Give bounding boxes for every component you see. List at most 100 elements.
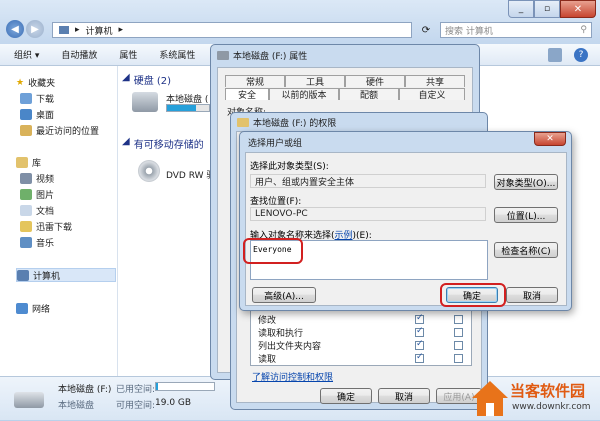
video-library-icon — [20, 173, 32, 184]
watermark-url: www.downkr.com — [512, 402, 591, 412]
nav-network[interactable]: 网络 — [16, 302, 50, 315]
computer-icon — [59, 26, 69, 34]
breadcrumb-separator: ▸ — [75, 25, 80, 35]
allow-checkbox[interactable] — [415, 339, 424, 350]
library-icon — [16, 157, 28, 168]
nav-libraries[interactable]: 库 — [16, 156, 41, 169]
status-drive-icon — [14, 392, 44, 408]
computer-icon — [17, 269, 29, 281]
allow-checkbox[interactable] — [415, 352, 424, 363]
search-field[interactable]: 搜索 计算机 ⚲ — [440, 22, 592, 38]
status-used-label: 已用空间: — [116, 385, 156, 395]
deny-checkbox[interactable] — [454, 314, 463, 324]
network-icon — [16, 303, 28, 314]
search-icon: ⚲ — [580, 25, 587, 35]
close-button[interactable]: ✕ — [560, 0, 596, 18]
star-icon: ★ — [16, 77, 25, 88]
tab-quota[interactable]: 配额 — [339, 88, 399, 101]
refresh-button[interactable]: ⟳ — [418, 22, 434, 38]
expand-icon: ◢ — [122, 72, 130, 83]
back-button[interactable]: ◀ — [6, 20, 24, 38]
check-names-button[interactable]: 检查名称(C) — [494, 242, 558, 258]
advanced-button[interactable]: 高级(A)... — [252, 287, 316, 303]
hdd-usage-bar — [166, 104, 210, 112]
status-drive-name: 本地磁盘 (F:) — [58, 385, 112, 395]
nav-videos[interactable]: 视频 — [20, 172, 54, 185]
deny-checkbox[interactable] — [454, 340, 463, 350]
nav-recent[interactable]: 最近访问的位置 — [20, 124, 99, 137]
recent-places-icon — [20, 125, 32, 136]
tab-general[interactable]: 常规 — [225, 75, 285, 88]
locations-button[interactable]: 位置(L)... — [494, 207, 558, 223]
thunder-folder-icon — [20, 221, 32, 232]
select-dialog-close[interactable]: ✕ — [534, 132, 566, 146]
nav-documents[interactable]: 文档 — [20, 204, 54, 217]
tab-previous-versions[interactable]: 以前的版本 — [269, 88, 339, 101]
tab-tools[interactable]: 工具 — [285, 75, 345, 88]
toolbar-autoplay[interactable]: 自动播放 — [61, 48, 97, 61]
toolbar-system-properties[interactable]: 系统属性 — [159, 48, 195, 61]
access-control-link[interactable]: 了解访问控制和权限 — [252, 370, 333, 383]
drive-icon — [217, 51, 229, 60]
minimize-button[interactable]: _ — [508, 0, 534, 18]
permissions-ok-button[interactable]: 确定 — [320, 388, 372, 404]
forward-button[interactable]: ▶ — [26, 20, 44, 38]
watermark-brand: 当客软件园 — [510, 382, 586, 400]
breadcrumb-computer[interactable]: 计算机 — [86, 24, 113, 37]
nav-desktop[interactable]: 桌面 — [20, 108, 54, 121]
window-controls: _ ▫ ✕ — [508, 0, 596, 18]
breadcrumb-separator: ▸ — [118, 25, 124, 35]
music-library-icon — [20, 237, 32, 248]
location-label: 查找位置(F): — [250, 197, 302, 207]
nav-thunder-downloads[interactable]: 迅雷下载 — [20, 220, 72, 233]
perm-row-read: 读取 — [258, 352, 463, 365]
address-field[interactable]: ▸ 计算机 ▸ — [52, 22, 412, 38]
desktop-icon — [20, 109, 32, 120]
deny-checkbox[interactable] — [454, 353, 463, 363]
tab-hardware[interactable]: 硬件 — [345, 75, 405, 88]
tab-security[interactable]: 安全 — [225, 88, 269, 101]
navigation-pane: ★ 收藏夹 下载 桌面 最近访问的位置 库 视频 图片 文档 迅雷下载 音乐 计算… — [0, 66, 118, 376]
deny-checkbox[interactable] — [454, 327, 463, 337]
folder-icon — [237, 118, 249, 127]
location-field: LENOVO-PC — [250, 207, 486, 221]
view-options-icon[interactable] — [548, 48, 562, 62]
select-cancel-button[interactable]: 取消 — [506, 287, 558, 303]
picture-library-icon — [20, 189, 32, 200]
tab-customize[interactable]: 自定义 — [399, 88, 465, 101]
toolbar-properties[interactable]: 属性 — [119, 48, 137, 61]
nav-favorites[interactable]: ★ 收藏夹 — [16, 76, 55, 90]
object-types-button[interactable]: 对象类型(O)... — [494, 174, 558, 190]
nav-computer[interactable]: 计算机 — [16, 268, 116, 282]
perm-row-list-folder: 列出文件夹内容 — [258, 339, 463, 352]
dvd-item-label[interactable]: DVD RW 驱 — [166, 168, 215, 181]
perm-row-read-execute: 读取和执行 — [258, 326, 463, 339]
nav-downloads[interactable]: 下载 — [20, 92, 54, 105]
maximize-button[interactable]: ▫ — [534, 0, 560, 18]
download-folder-icon — [20, 93, 32, 104]
dvd-drive-icon — [138, 160, 160, 182]
hdd-group-header[interactable]: ◢ 硬盘 (2) — [122, 72, 171, 87]
tab-sharing[interactable]: 共享 — [405, 75, 465, 88]
status-usage-bar — [155, 382, 215, 391]
ok-button-highlight — [440, 283, 506, 307]
permissions-title: 本地磁盘 (F:) 的权限 — [237, 116, 336, 129]
object-names-value: Everyone — [253, 245, 292, 254]
status-drive-type: 本地磁盘 — [58, 401, 95, 411]
object-type-label: 选择此对象类型(S): — [250, 162, 329, 172]
properties-title: 本地磁盘 (F:) 属性 — [217, 49, 307, 62]
expand-icon: ◢ — [122, 136, 130, 147]
allow-checkbox[interactable] — [415, 326, 424, 337]
permissions-cancel-button[interactable]: 取消 — [378, 388, 430, 404]
nav-pictures[interactable]: 图片 — [20, 188, 54, 201]
toolbar-organize[interactable]: 组织 ▾ — [14, 48, 39, 61]
removable-group-header[interactable]: ◢ 有可移动存储的 — [122, 136, 204, 151]
perm-row-modify: 修改 — [258, 313, 463, 326]
select-dialog-title: 选择用户或组 — [248, 139, 303, 149]
help-icon[interactable]: ? — [574, 48, 588, 62]
nav-music[interactable]: 音乐 — [20, 236, 54, 249]
search-placeholder: 搜索 计算机 — [445, 26, 493, 37]
object-type-field: 用户、组或内置安全主体 — [250, 174, 486, 188]
allow-checkbox[interactable] — [415, 313, 424, 324]
status-free-label: 可用空间: — [116, 401, 156, 411]
